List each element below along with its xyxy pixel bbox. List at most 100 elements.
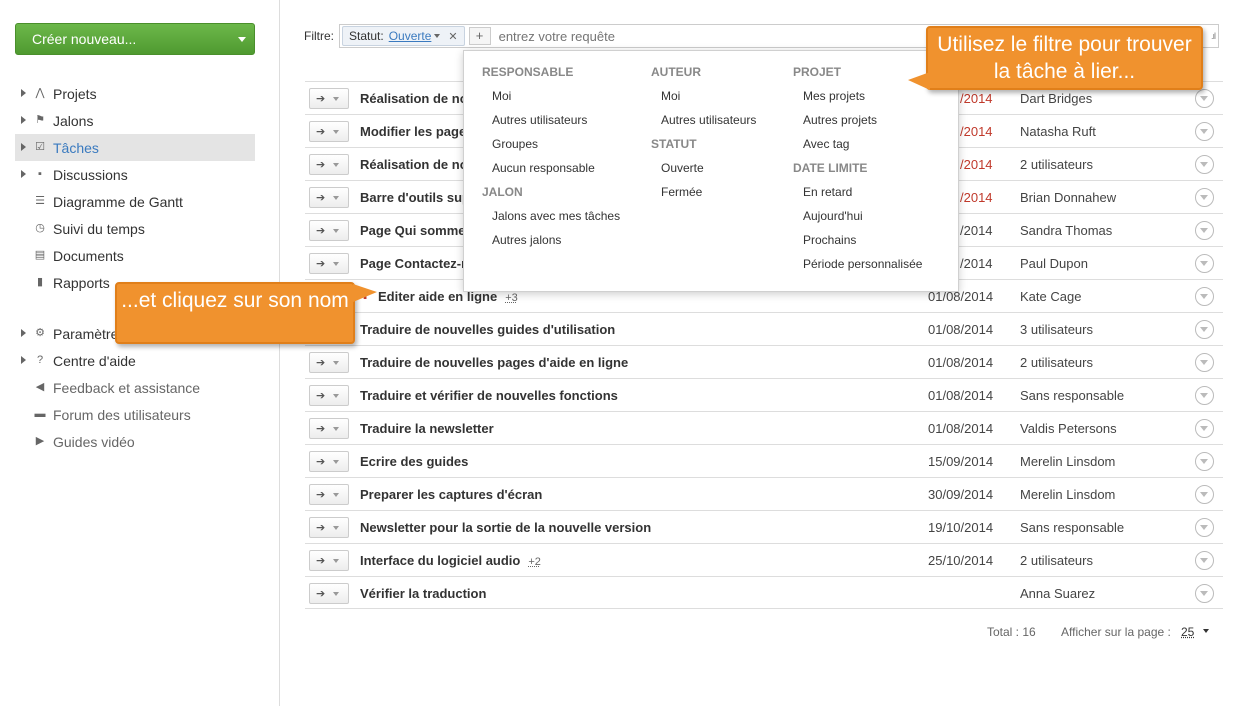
task-actions-button[interactable]: ➔ (309, 484, 349, 505)
task-responsible[interactable]: Sans responsable (1020, 388, 1124, 403)
subtask-count[interactable]: +3 (505, 292, 518, 304)
task-responsible[interactable]: Dart Bridges (1020, 91, 1092, 106)
sidebar-item-centre-d-aide[interactable]: ? Centre d'aide (15, 347, 255, 374)
dropdown-option[interactable]: Fermée (651, 185, 791, 209)
chip-value[interactable]: Ouverte (389, 29, 432, 43)
task-actions-button[interactable]: ➔ (309, 517, 349, 538)
task-responsible[interactable]: Kate Cage (1020, 289, 1081, 304)
chevron-right-icon[interactable] (21, 329, 26, 337)
sidebar-item-projets[interactable]: ⋀ Projets (15, 80, 255, 107)
create-new-button[interactable]: Créer nouveau... (15, 23, 255, 55)
task-status-toggle-icon[interactable] (1195, 452, 1214, 471)
task-status-toggle-icon[interactable] (1195, 485, 1214, 504)
task-title-link[interactable]: Ecrire des guides (360, 454, 468, 469)
task-status-toggle-icon[interactable] (1195, 320, 1214, 339)
task-responsible[interactable]: Sandra Thomas (1020, 223, 1112, 238)
task-status-toggle-icon[interactable] (1195, 386, 1214, 405)
task-actions-button[interactable]: ➔ (309, 88, 349, 109)
task-status-toggle-icon[interactable] (1195, 551, 1214, 570)
task-responsible[interactable]: Anna Suarez (1020, 586, 1095, 601)
task-title-link[interactable]: Barre d'outils sup (360, 190, 470, 205)
task-status-toggle-icon[interactable] (1195, 254, 1214, 273)
task-responsible[interactable]: 2 utilisateurs (1020, 553, 1093, 568)
task-title-link[interactable]: Traduire de nouvelles pages d'aide en li… (360, 355, 628, 370)
dropdown-option[interactable]: Groupes (482, 137, 652, 161)
task-status-toggle-icon[interactable] (1195, 419, 1214, 438)
sidebar-item-documents[interactable]: ▤ Documents (15, 242, 255, 269)
task-title-link[interactable]: Modifier les page (360, 124, 466, 139)
task-title-link[interactable]: Réalisation de no (360, 91, 468, 106)
task-responsible[interactable]: Valdis Petersons (1020, 421, 1117, 436)
dropdown-option[interactable]: Autres utilisateurs (651, 113, 791, 137)
dropdown-option[interactable]: Moi (482, 89, 652, 113)
task-responsible[interactable]: 2 utilisateurs (1020, 157, 1093, 172)
task-status-toggle-icon[interactable] (1195, 122, 1214, 141)
task-status-toggle-icon[interactable] (1195, 221, 1214, 240)
task-actions-button[interactable]: ➔ (309, 385, 349, 406)
task-status-toggle-icon[interactable] (1195, 518, 1214, 537)
task-responsible[interactable]: 2 utilisateurs (1020, 355, 1093, 370)
dropdown-option[interactable]: Jalons avec mes tâches (482, 209, 652, 233)
task-actions-button[interactable]: ➔ (309, 583, 349, 604)
chevron-down-icon[interactable] (1203, 629, 1209, 633)
task-actions-button[interactable]: ➔ (309, 253, 349, 274)
task-title-link[interactable]: Interface du logiciel audio +2 (360, 553, 541, 568)
add-filter-button[interactable]: + (468, 27, 491, 45)
task-actions-button[interactable]: ➔ (309, 418, 349, 439)
dropdown-option[interactable]: Mes projets (793, 89, 953, 113)
task-status-toggle-icon[interactable] (1195, 188, 1214, 207)
task-actions-button[interactable]: ➔ (309, 352, 349, 373)
task-actions-button[interactable]: ➔ (309, 451, 349, 472)
chevron-right-icon[interactable] (21, 89, 26, 97)
task-responsible[interactable]: 3 utilisateurs (1020, 322, 1093, 337)
status-filter-chip[interactable]: Statut: Ouverte ✕ (342, 26, 465, 46)
task-title-link[interactable]: Newsletter pour la sortie de la nouvelle… (360, 520, 651, 535)
task-title-link[interactable]: Traduire la newsletter (360, 421, 494, 436)
task-responsible[interactable]: Natasha Ruft (1020, 124, 1096, 139)
chevron-right-icon[interactable] (21, 143, 26, 151)
task-title-link[interactable]: Réalisation de no (360, 157, 468, 172)
sidebar-item-discussions[interactable]: ▪ Discussions (15, 161, 255, 188)
task-responsible[interactable]: Merelin Linsdom (1020, 487, 1115, 502)
task-title-link[interactable]: Traduire et vérifier de nouvelles foncti… (360, 388, 618, 403)
task-actions-button[interactable]: ➔ (309, 187, 349, 208)
dropdown-option[interactable]: Moi (651, 89, 791, 113)
sidebar-item-feedback-et-assistance[interactable]: ◀ Feedback et assistance (15, 374, 255, 401)
subtask-count[interactable]: +2 (528, 556, 541, 568)
chevron-right-icon[interactable] (21, 116, 26, 124)
task-title-link[interactable]: Vérifier la traduction (360, 586, 486, 601)
chevron-right-icon[interactable] (21, 170, 26, 178)
sidebar-item-guides-vid-o[interactable]: ▶ Guides vidéo (15, 428, 255, 455)
dropdown-option[interactable]: En retard (793, 185, 953, 209)
dropdown-option[interactable]: Avec tag (793, 137, 953, 161)
task-title-link[interactable]: Traduire de nouvelles guides d'utilisati… (360, 322, 615, 337)
task-actions-button[interactable]: ➔ (309, 154, 349, 175)
task-title-link[interactable]: Preparer les captures d'écran (360, 487, 542, 502)
task-status-toggle-icon[interactable] (1195, 89, 1214, 108)
task-status-toggle-icon[interactable] (1195, 287, 1214, 306)
task-responsible[interactable]: Brian Donnahew (1020, 190, 1116, 205)
dropdown-option[interactable]: Autres projets (793, 113, 953, 137)
sidebar-item-diagramme-de-gantt[interactable]: ☰ Diagramme de Gantt (15, 188, 255, 215)
task-responsible[interactable]: Sans responsable (1020, 520, 1124, 535)
dropdown-option[interactable]: Aucun responsable (482, 161, 652, 185)
dropdown-option[interactable]: Période personnalisée (793, 257, 953, 281)
dropdown-option[interactable]: Autres jalons (482, 233, 652, 257)
sidebar-item-jalons[interactable]: ⚑ Jalons (15, 107, 255, 134)
task-actions-button[interactable]: ➔ (309, 550, 349, 571)
task-responsible[interactable]: Merelin Linsdom (1020, 454, 1115, 469)
task-actions-button[interactable]: ➔ (309, 220, 349, 241)
view-options-icon[interactable]: .ıl (1211, 31, 1216, 41)
task-responsible[interactable]: Paul Dupon (1020, 256, 1088, 271)
task-status-toggle-icon[interactable] (1195, 155, 1214, 174)
dropdown-option[interactable]: Ouverte (651, 161, 791, 185)
task-status-toggle-icon[interactable] (1195, 353, 1214, 372)
sidebar-item-suivi-du-temps[interactable]: ◷ Suivi du temps (15, 215, 255, 242)
task-title-link[interactable]: Page Contactez-n (360, 256, 469, 271)
sidebar-item-forum-des-utilisateurs[interactable]: ▬ Forum des utilisateurs (15, 401, 255, 428)
close-icon[interactable]: ✕ (448, 30, 457, 43)
chevron-right-icon[interactable] (21, 356, 26, 364)
sidebar-item-t-ches[interactable]: ☑ Tâches (15, 134, 255, 161)
dropdown-option[interactable]: Aujourd'hui (793, 209, 953, 233)
dropdown-option[interactable]: Autres utilisateurs (482, 113, 652, 137)
